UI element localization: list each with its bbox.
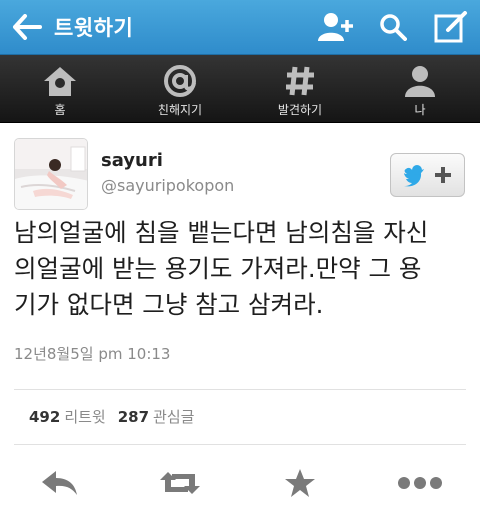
main-nav: 홈 친해지기 발견하기 나	[0, 55, 480, 123]
nav-item-connect[interactable]: 친해지기	[120, 55, 240, 122]
person-icon	[405, 65, 435, 97]
home-icon	[44, 66, 76, 96]
search-button[interactable]	[364, 0, 422, 55]
nav-item-me[interactable]: 나	[360, 55, 480, 122]
tweet-text-line: 남의얼굴에 침을 뱉는다면 남의침을 자신	[14, 218, 429, 247]
favorite-button[interactable]	[240, 453, 360, 513]
retweet-label: 리트윗	[64, 408, 106, 426]
back-button[interactable]	[0, 0, 54, 55]
follow-button[interactable]	[390, 153, 465, 197]
twitter-bird-plus-icon	[403, 165, 451, 187]
divider	[14, 444, 466, 445]
tweet-timestamp: 12년8월5일 pm 10:13	[14, 345, 171, 363]
nav-item-home[interactable]: 홈	[0, 55, 120, 122]
divider	[14, 389, 466, 390]
tweet-text-line: 의얼굴에 받는 용기도 가져라.만약 그 용	[14, 254, 422, 283]
retweet-count: 492	[29, 408, 61, 426]
add-user-button[interactable]	[306, 0, 364, 55]
retweet-icon	[160, 472, 200, 494]
nav-label-home: 홈	[54, 103, 66, 117]
top-bar: 트윗하기	[0, 0, 480, 55]
nav-label-discover: 발견하기	[277, 103, 323, 117]
tweet-detail: sayuri @sayuripokopon 남의얼굴에 침을 뱉는다면 남의침을…	[0, 123, 480, 515]
hash-icon	[286, 66, 314, 95]
retweet-stat[interactable]: 492 리트윗	[29, 406, 106, 427]
tweet-text: 남의얼굴에 침을 뱉는다면 남의침을 자신 의얼굴에 받는 용기도 가져라.만약…	[14, 215, 474, 323]
reply-icon	[42, 471, 77, 495]
nav-label-me: 나	[414, 103, 426, 117]
nav-item-discover[interactable]: 발견하기	[240, 55, 360, 122]
reply-button[interactable]	[0, 453, 120, 513]
compose-icon	[434, 11, 467, 43]
tweet-stats: 492 리트윗 287 관심글	[29, 406, 194, 427]
star-icon	[285, 469, 315, 497]
nav-label-connect: 친해지기	[157, 103, 203, 117]
more-dots-icon	[398, 477, 442, 489]
user-handle[interactable]: @sayuripokopon	[101, 176, 234, 195]
page-title: 트윗하기	[54, 16, 134, 40]
compose-button[interactable]	[422, 0, 480, 55]
more-button[interactable]	[360, 453, 480, 513]
tweet-actions	[0, 453, 480, 513]
back-arrow-icon	[13, 14, 42, 40]
avatar-image	[15, 139, 87, 209]
retweet-button[interactable]	[120, 453, 240, 513]
add-user-icon	[318, 13, 353, 41]
at-icon	[164, 64, 196, 97]
favorite-label: 관심글	[153, 408, 195, 426]
avatar[interactable]	[14, 138, 88, 210]
search-icon	[380, 14, 407, 41]
favorite-stat[interactable]: 287 관심글	[118, 406, 195, 427]
favorite-count: 287	[117, 408, 150, 426]
display-name[interactable]: sayuri	[101, 150, 163, 171]
tweet-text-line: 기가 없다면 그냥 참고 삼켜라.	[14, 290, 324, 319]
